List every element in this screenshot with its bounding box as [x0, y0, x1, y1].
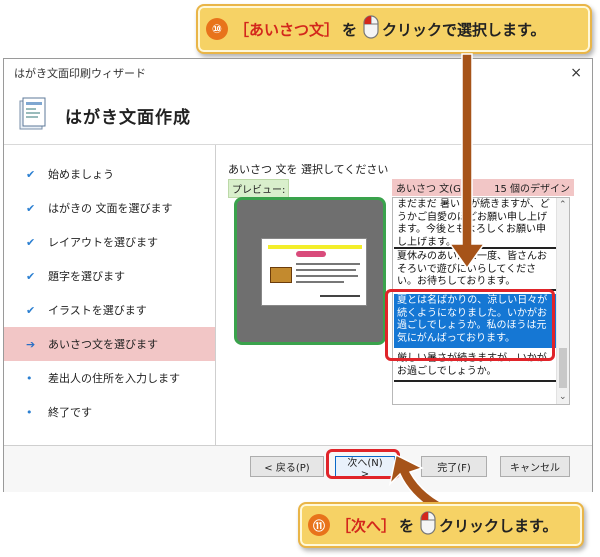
sidebar-item-start[interactable]: ✔ 始めましょう	[4, 157, 215, 191]
bullet-icon: •	[26, 405, 33, 419]
wizard-body: ✔ 始めましょう ✔ はがきの 文面を選びます ✔ レイアウトを選びます ✔ 題…	[4, 145, 592, 445]
step-number-badge: ⑪	[308, 514, 330, 536]
sidebar-item-sender-address[interactable]: • 差出人の住所を入力します	[4, 361, 215, 395]
mouse-icon	[420, 511, 436, 539]
preview-text-line	[296, 269, 356, 271]
greeting-label: あいさつ 文(G):	[396, 184, 469, 195]
preview-sender-line	[320, 295, 360, 297]
greeting-option[interactable]: 夏休みのあいだに一度、皆さんおそろいで遊びにいらしてください。お待ちしております…	[394, 250, 556, 291]
step-number-badge: ⑩	[206, 18, 228, 40]
greeting-list[interactable]: まだまだ 暑い日が続きますが、どうかご自愛のほどお願い申し上げます。今後ともよろ…	[392, 197, 570, 405]
scroll-thumb[interactable]	[559, 348, 567, 388]
preview-title-band	[268, 245, 362, 249]
instruction-callout-bottom: ⑪ ［次へ］ を クリックします。	[298, 502, 584, 548]
window-title: はがき文面印刷ウィザード	[14, 67, 146, 80]
greeting-option[interactable]: まだまだ 暑い日が続きますが、どうかご自愛のほどお願い申し上げます。今後ともよろ…	[394, 198, 556, 249]
check-icon: ✔	[26, 167, 36, 181]
sidebar-item-choose-design[interactable]: ✔ はがきの 文面を選びます	[4, 191, 215, 225]
wizard-steps-sidebar: ✔ 始めましょう ✔ はがきの 文面を選びます ✔ レイアウトを選びます ✔ 題…	[4, 145, 216, 445]
sidebar-item-label: 差出人の住所を入力します	[48, 372, 180, 385]
callout-particle: を	[342, 20, 358, 39]
greeting-list-scrollbar[interactable]: ⌃ ⌄	[556, 198, 569, 404]
postcard-app-icon	[17, 97, 47, 135]
preview-title-art	[296, 251, 326, 257]
check-icon: ✔	[26, 201, 36, 215]
close-button[interactable]: ×	[570, 65, 582, 81]
mouse-icon	[363, 15, 379, 43]
sidebar-item-illustration[interactable]: ✔ イラストを選びます	[4, 293, 215, 327]
instruction-text: あいさつ 文を 選択してください	[228, 163, 389, 176]
finish-button[interactable]: 完了(F)	[421, 456, 487, 477]
scroll-down-icon[interactable]: ⌄	[559, 392, 567, 402]
cancel-button[interactable]: キャンセル	[500, 456, 570, 477]
wizard-window: はがき文面印刷ウィザード × はがき文面作成 ✔ 始めましょう ✔ はがきの 文…	[3, 58, 593, 492]
wizard-content: あいさつ 文を 選択してください プレビュー: あいさつ 文(G): 15 個の…	[228, 145, 578, 445]
design-count: 15 個のデザイン	[494, 184, 570, 195]
sidebar-item-label: 終了です	[48, 406, 92, 419]
sidebar-item-finish[interactable]: • 終了です	[4, 395, 215, 429]
preview-label: プレビュー:	[228, 179, 290, 198]
callout-action-text: クリックで選択します。	[382, 20, 546, 39]
sidebar-item-label: 題字を選びます	[48, 270, 125, 283]
sidebar-item-label: 始めましょう	[48, 168, 114, 181]
postcard-preview	[261, 238, 367, 306]
callout-highlight-text: ［あいさつ文］	[234, 20, 340, 39]
title-bar: はがき文面印刷ウィザード ×	[4, 59, 592, 87]
greeting-option[interactable]: 厳しい暑さが続きますが、いかがお過ごしでしょうか。	[394, 352, 556, 382]
preview-illustration	[270, 267, 292, 283]
check-icon: ✔	[26, 269, 36, 283]
preview-pane	[234, 197, 386, 345]
callout-action-text: クリックします。	[439, 516, 558, 535]
next-button[interactable]: 次へ(N) >	[335, 456, 395, 480]
check-icon: ✔	[26, 303, 36, 317]
callout-particle: を	[399, 516, 415, 535]
sidebar-item-label: イラストを選びます	[48, 304, 147, 317]
sidebar-item-layout[interactable]: ✔ レイアウトを選びます	[4, 225, 215, 259]
sidebar-item-title-text[interactable]: ✔ 題字を選びます	[4, 259, 215, 293]
bullet-icon: •	[26, 371, 33, 385]
sidebar-item-greeting[interactable]: ➔ あいさつ文を選びます	[4, 327, 215, 361]
callout-highlight-text: ［次へ］	[336, 516, 397, 535]
back-button[interactable]: < 戻る(P)	[250, 456, 324, 477]
wizard-footer: < 戻る(P) 次へ(N) > 完了(F) キャンセル	[4, 445, 592, 492]
page-title: はがき文面作成	[65, 108, 191, 128]
preview-text-line	[296, 263, 360, 265]
greeting-option-selected[interactable]: 夏とは名ばかりの、涼しい日々が続くようになりました。いかがお過ごしでしょうか。私…	[394, 294, 556, 348]
sidebar-item-label: あいさつ文を選びます	[48, 338, 158, 351]
preview-text-line	[296, 275, 358, 277]
instruction-callout-top: ⑩ ［あいさつ文］ を クリックで選択します。	[196, 4, 592, 54]
scroll-up-icon[interactable]: ⌃	[559, 200, 567, 210]
wizard-header: はがき文面作成	[4, 87, 592, 145]
sidebar-item-label: はがきの 文面を選びます	[48, 202, 173, 215]
greeting-list-header: あいさつ 文(G): 15 個のデザイン	[392, 179, 574, 196]
arrow-right-icon: ➔	[26, 337, 36, 351]
sidebar-item-label: レイアウトを選びます	[48, 236, 158, 249]
preview-text-line	[296, 281, 344, 283]
check-icon: ✔	[26, 235, 36, 249]
